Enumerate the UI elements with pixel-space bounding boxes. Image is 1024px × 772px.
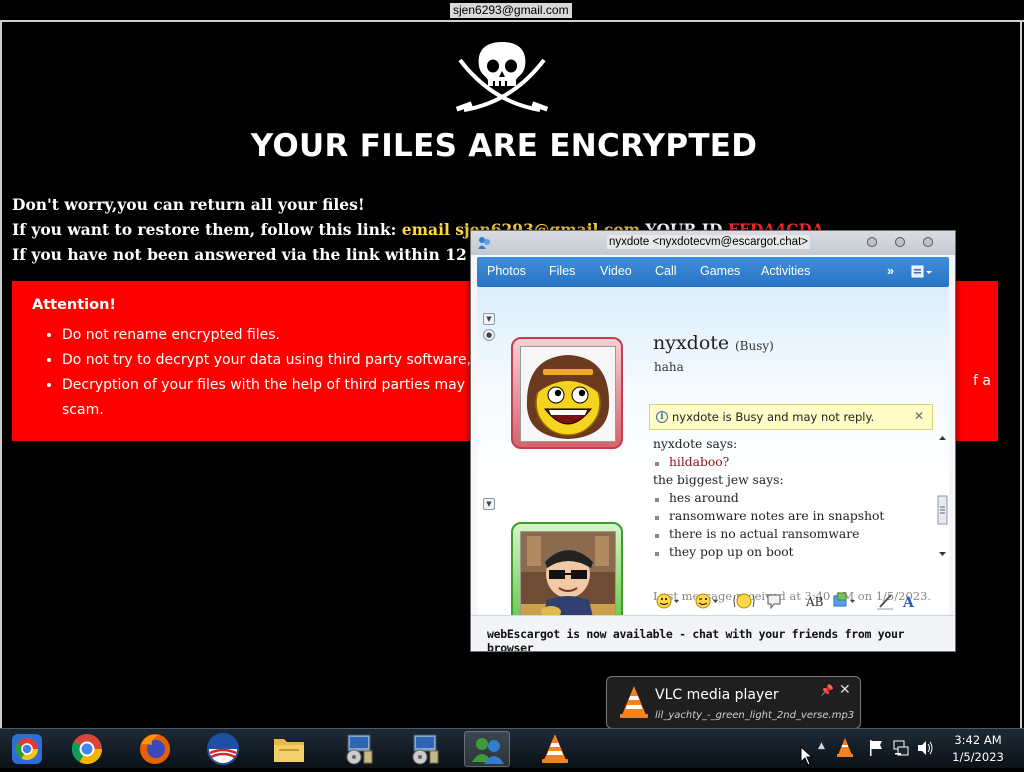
- vlc-tray-icon[interactable]: [836, 737, 854, 759]
- messenger-title: nyxdote <nyxdotecvm@escargot.chat>: [607, 235, 810, 249]
- installer-icon[interactable]: [334, 731, 380, 767]
- collapse-arrow-icon[interactable]: ▼: [483, 498, 495, 510]
- volume-icon[interactable]: [916, 739, 934, 757]
- svg-text:AB: AB: [805, 595, 824, 609]
- chrome-old-icon[interactable]: [4, 731, 50, 767]
- vlc-icon: [620, 686, 648, 718]
- chat-log: nyxdote says: hildaboo? the biggest jew …: [649, 432, 939, 574]
- skull-crossbones-icon: [455, 42, 549, 112]
- vlc-notification[interactable]: VLC media player lil_yachty_-_green_ligh…: [606, 676, 861, 729]
- action-center-flag-icon[interactable]: [868, 739, 884, 757]
- toolbar-video[interactable]: Video: [600, 264, 632, 278]
- toolbar-files[interactable]: Files: [549, 264, 575, 278]
- toolbar-photos[interactable]: Photos: [487, 264, 526, 278]
- messenger-toolbar: Photos Files Video Call Games Activities…: [477, 257, 949, 287]
- ransom-window-title: sjen6293@gmail.com: [450, 3, 572, 18]
- contact-avatar-image: [520, 346, 616, 442]
- toolbar-call[interactable]: Call: [655, 264, 677, 278]
- messenger-app-icon: [478, 237, 490, 249]
- input-toolbar: AB A: [656, 592, 915, 611]
- messenger-footer-text[interactable]: webEscargot is now available - chat with…: [487, 627, 955, 651]
- notification-close-icon[interactable]: ✕: [839, 682, 851, 698]
- mouse-cursor-icon: [800, 746, 814, 766]
- ransom-line-3: If you have not been answered via the li…: [12, 245, 547, 264]
- obama-logo-icon[interactable]: [200, 731, 246, 767]
- chrome-icon[interactable]: [64, 731, 110, 767]
- text-format-icon[interactable]: A: [902, 595, 915, 611]
- info-icon: i: [656, 411, 668, 423]
- toolbar-games[interactable]: Games: [700, 264, 740, 278]
- maximize-button[interactable]: [895, 237, 905, 247]
- pin-icon[interactable]: 📌: [820, 684, 834, 697]
- ransom-heading: YOUR FILES ARE ENCRYPTED: [250, 128, 758, 164]
- installer-icon-2[interactable]: [400, 731, 446, 767]
- messenger-body: ▼ ● ▼ nyxdote (Busy) haha i nyxdote is B…: [477, 287, 949, 651]
- contact-status: (Busy): [735, 339, 774, 353]
- clock-date[interactable]: 1/5/2023: [944, 750, 1012, 764]
- file-explorer-icon[interactable]: [266, 731, 312, 767]
- emoticon-icon[interactable]: [656, 593, 679, 609]
- firefox-icon[interactable]: [132, 731, 178, 767]
- contact-avatar[interactable]: [511, 337, 623, 449]
- chat-sender: the biggest jew says:: [653, 473, 784, 487]
- own-avatar-image: [520, 531, 616, 627]
- busy-notice-text: nyxdote is Busy and may not reply.: [672, 410, 875, 424]
- minimize-button[interactable]: [867, 237, 877, 247]
- attention-item-tail: f a: [973, 373, 991, 389]
- nudge-icon[interactable]: [733, 593, 755, 609]
- ransom-line-1: Don't worry,you can return all your file…: [12, 195, 365, 214]
- vlc-taskbar-icon[interactable]: [532, 731, 578, 767]
- font-icon[interactable]: AB: [805, 595, 824, 609]
- toolbar-more[interactable]: »: [887, 264, 894, 278]
- webcam-icon[interactable]: ●: [483, 329, 495, 341]
- taskbar: ▲ 3:42 AM 1/5/2023: [0, 728, 1024, 768]
- busy-notice: i nyxdote is Busy and may not reply. ✕: [649, 404, 933, 430]
- chat-message: there is no actual ransomware: [654, 527, 860, 541]
- attention-title: Attention!: [32, 297, 117, 313]
- notification-title: VLC media player: [655, 687, 779, 703]
- handwriting-icon[interactable]: [877, 594, 893, 610]
- messenger-footer-bar: webEscargot is now available - chat with…: [471, 615, 955, 651]
- svg-text:A: A: [902, 595, 915, 611]
- options-menu-icon[interactable]: [911, 265, 933, 279]
- network-icon[interactable]: [892, 739, 910, 757]
- messenger-titlebar[interactable]: nyxdote <nyxdotecvm@escargot.chat>: [471, 231, 955, 255]
- background-icon[interactable]: [833, 592, 855, 607]
- contact-personal-message: haha: [654, 360, 684, 374]
- chat-message: hes around: [655, 491, 739, 505]
- wink-icon[interactable]: [695, 593, 718, 609]
- notice-close-icon[interactable]: ✕: [914, 409, 924, 423]
- contact-name: nyxdote: [653, 332, 730, 354]
- messenger-chat-window: nyxdote <nyxdotecvm@escargot.chat> Photo…: [470, 230, 956, 652]
- chat-message: ransomware notes are in snapshot: [654, 509, 885, 523]
- chat-message: hildaboo?: [654, 455, 730, 469]
- clock-time[interactable]: 3:42 AM: [948, 733, 1008, 747]
- chat-message: they pop up on boot: [655, 545, 794, 559]
- close-button[interactable]: [923, 237, 933, 247]
- collapse-arrow-icon[interactable]: ▼: [483, 313, 495, 325]
- ransom-titlebar[interactable]: sjen6293@gmail.com: [0, 0, 1024, 22]
- tray-expand-icon[interactable]: ▲: [818, 741, 825, 751]
- chat-scrollbar[interactable]: [937, 434, 948, 562]
- restore-instruction: If you want to restore them, follow this…: [12, 220, 402, 239]
- voice-clip-icon[interactable]: [767, 594, 781, 610]
- messenger-icon[interactable]: [464, 731, 510, 767]
- chat-sender: nyxdote says:: [653, 437, 738, 451]
- toolbar-activities[interactable]: Activities: [761, 264, 810, 278]
- notification-track: lil_yachty_-_green_light_2nd_verse.mp3: [655, 710, 855, 721]
